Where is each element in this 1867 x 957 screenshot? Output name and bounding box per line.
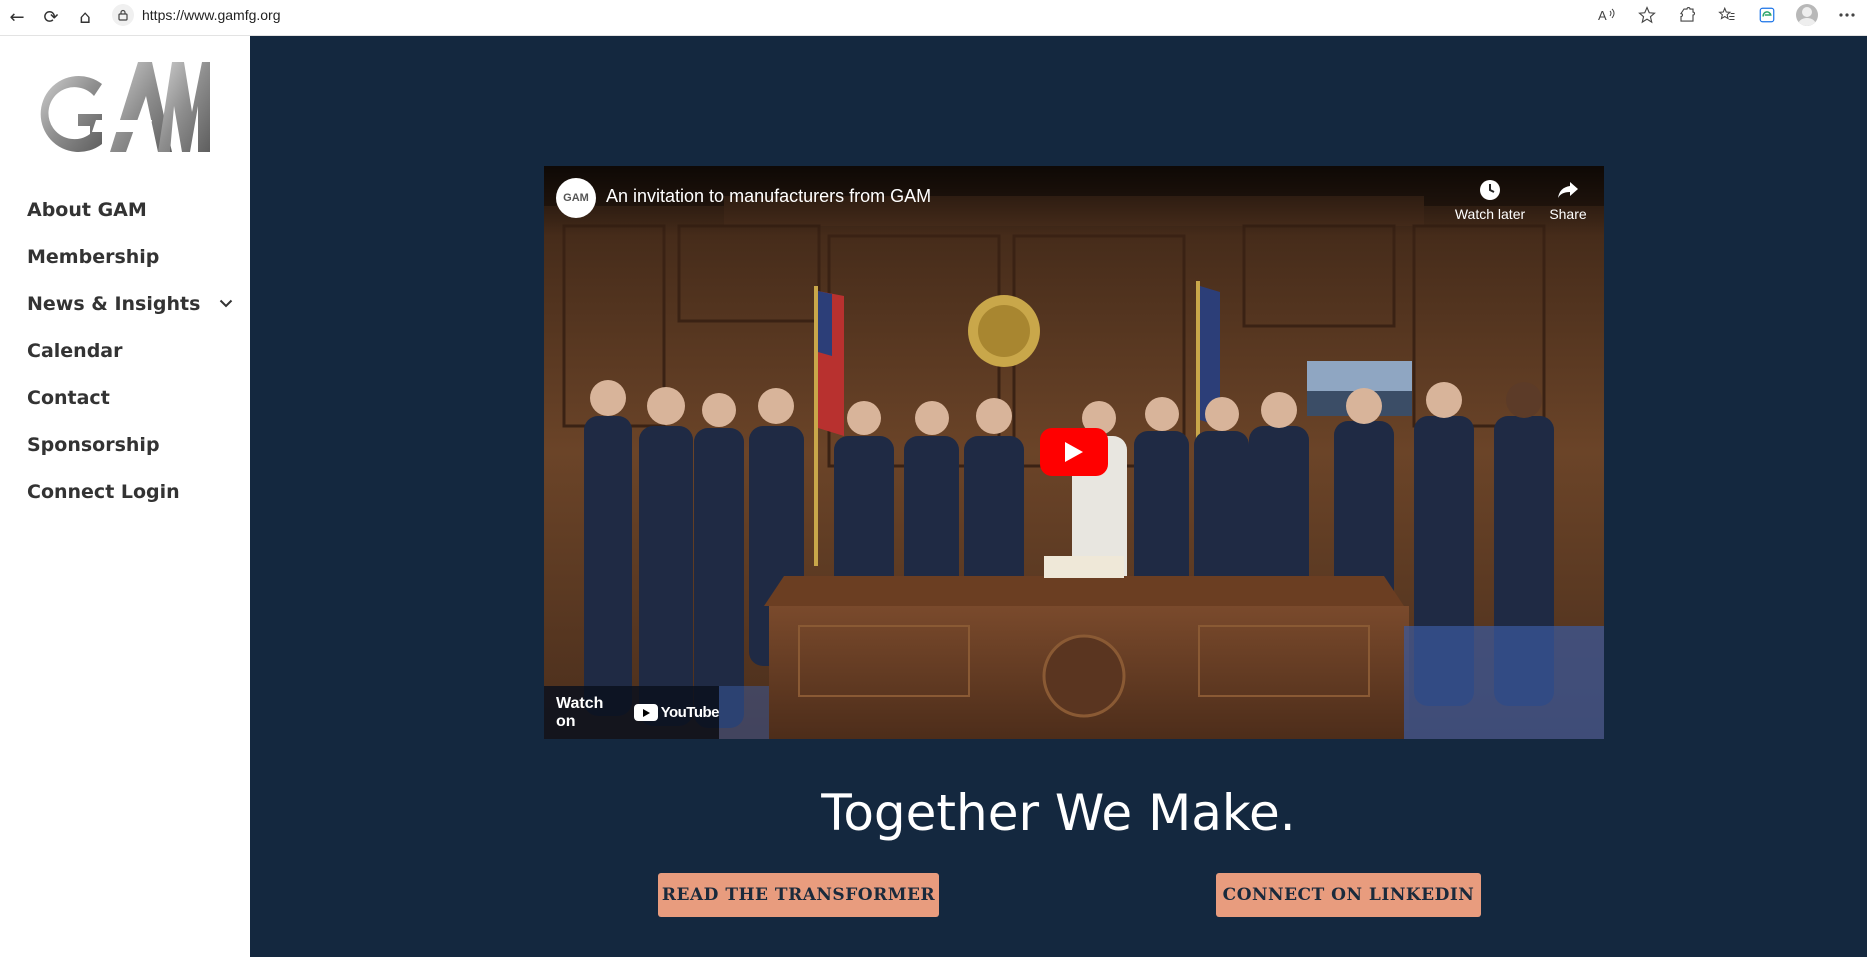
nav-item-label: Membership	[27, 245, 160, 268]
nav-item-label: Sponsorship	[27, 433, 160, 456]
channel-avatar-text: GAM	[563, 192, 589, 204]
nav-item-contact[interactable]: Contact	[27, 374, 237, 421]
reload-button[interactable]: ⟳	[34, 3, 68, 33]
share-label: Share	[1549, 206, 1587, 222]
extensions-icon[interactable]	[1667, 0, 1707, 30]
avatar	[1796, 4, 1818, 26]
lock-icon[interactable]	[112, 4, 134, 26]
video-embed[interactable]: GAM An invitation to manufacturers from …	[544, 166, 1604, 739]
read-the-transformer-button[interactable]: READ THE TRANSFORMER	[658, 873, 939, 917]
channel-avatar[interactable]: GAM	[556, 178, 596, 218]
nav-item-connect-login[interactable]: Connect Login	[27, 468, 237, 515]
reload-icon: ⟳	[43, 7, 59, 28]
nav-item-news-insights[interactable]: News & Insights	[27, 280, 237, 327]
youtube-play-icon	[633, 704, 658, 721]
hero-tagline: Together We Make.	[821, 784, 1296, 842]
play-icon	[1065, 442, 1083, 462]
profile-avatar[interactable]	[1787, 0, 1827, 30]
nav-item-label: Connect Login	[27, 480, 180, 503]
browser-actions: A	[1587, 0, 1867, 30]
browser-toolbar: ← ⟳ ⌂ https://www.gamfg.org A	[0, 0, 1867, 36]
share-button[interactable]: Share	[1528, 178, 1604, 222]
nav-item-sponsorship[interactable]: Sponsorship	[27, 421, 237, 468]
play-button[interactable]	[1040, 428, 1108, 476]
watch-on-label: Watch on	[556, 694, 604, 730]
watch-later-button[interactable]: Watch later	[1450, 178, 1530, 222]
back-button[interactable]: ←	[0, 3, 34, 33]
youtube-logo: YouTube	[633, 704, 720, 721]
nav-item-label: Contact	[27, 386, 110, 409]
youtube-wordmark: YouTube	[660, 704, 720, 721]
nav-item-label: News & Insights	[27, 292, 201, 315]
connect-on-linkedin-button[interactable]: CONNECT ON LINKEDIN	[1216, 873, 1481, 917]
main-content: GAM An invitation to manufacturers from …	[250, 36, 1867, 957]
edge-icon[interactable]	[1747, 0, 1787, 30]
nav-item-about[interactable]: About GAM	[27, 186, 237, 233]
favorite-star-icon[interactable]	[1627, 0, 1667, 30]
nav-item-membership[interactable]: Membership	[27, 233, 237, 280]
nav-item-calendar[interactable]: Calendar	[27, 327, 237, 374]
more-menu-icon[interactable]	[1827, 0, 1867, 30]
svg-text:A: A	[1598, 8, 1607, 23]
favorites-icon[interactable]	[1707, 0, 1747, 30]
main-nav: About GAM Membership News & Insights Cal…	[27, 186, 237, 515]
nav-item-label: About GAM	[27, 198, 147, 221]
clock-icon	[1480, 180, 1500, 200]
nav-item-label: Calendar	[27, 339, 123, 362]
watch-on-youtube-button[interactable]: Watch on YouTube	[544, 686, 720, 739]
home-icon: ⌂	[79, 7, 91, 28]
address-bar[interactable]: https://www.gamfg.org	[112, 3, 1669, 27]
gam-logo[interactable]	[40, 56, 210, 156]
chevron-down-icon[interactable]	[215, 293, 237, 315]
url-text[interactable]: https://www.gamfg.org	[142, 7, 281, 23]
watch-later-label: Watch later	[1454, 206, 1526, 222]
back-arrow-icon: ←	[9, 7, 25, 28]
video-title[interactable]: An invitation to manufacturers from GAM	[606, 186, 931, 207]
home-button[interactable]: ⌂	[68, 3, 102, 33]
share-arrow-icon	[1558, 182, 1578, 198]
read-aloud-icon[interactable]: A	[1587, 0, 1627, 30]
sidebar: About GAM Membership News & Insights Cal…	[0, 36, 250, 957]
